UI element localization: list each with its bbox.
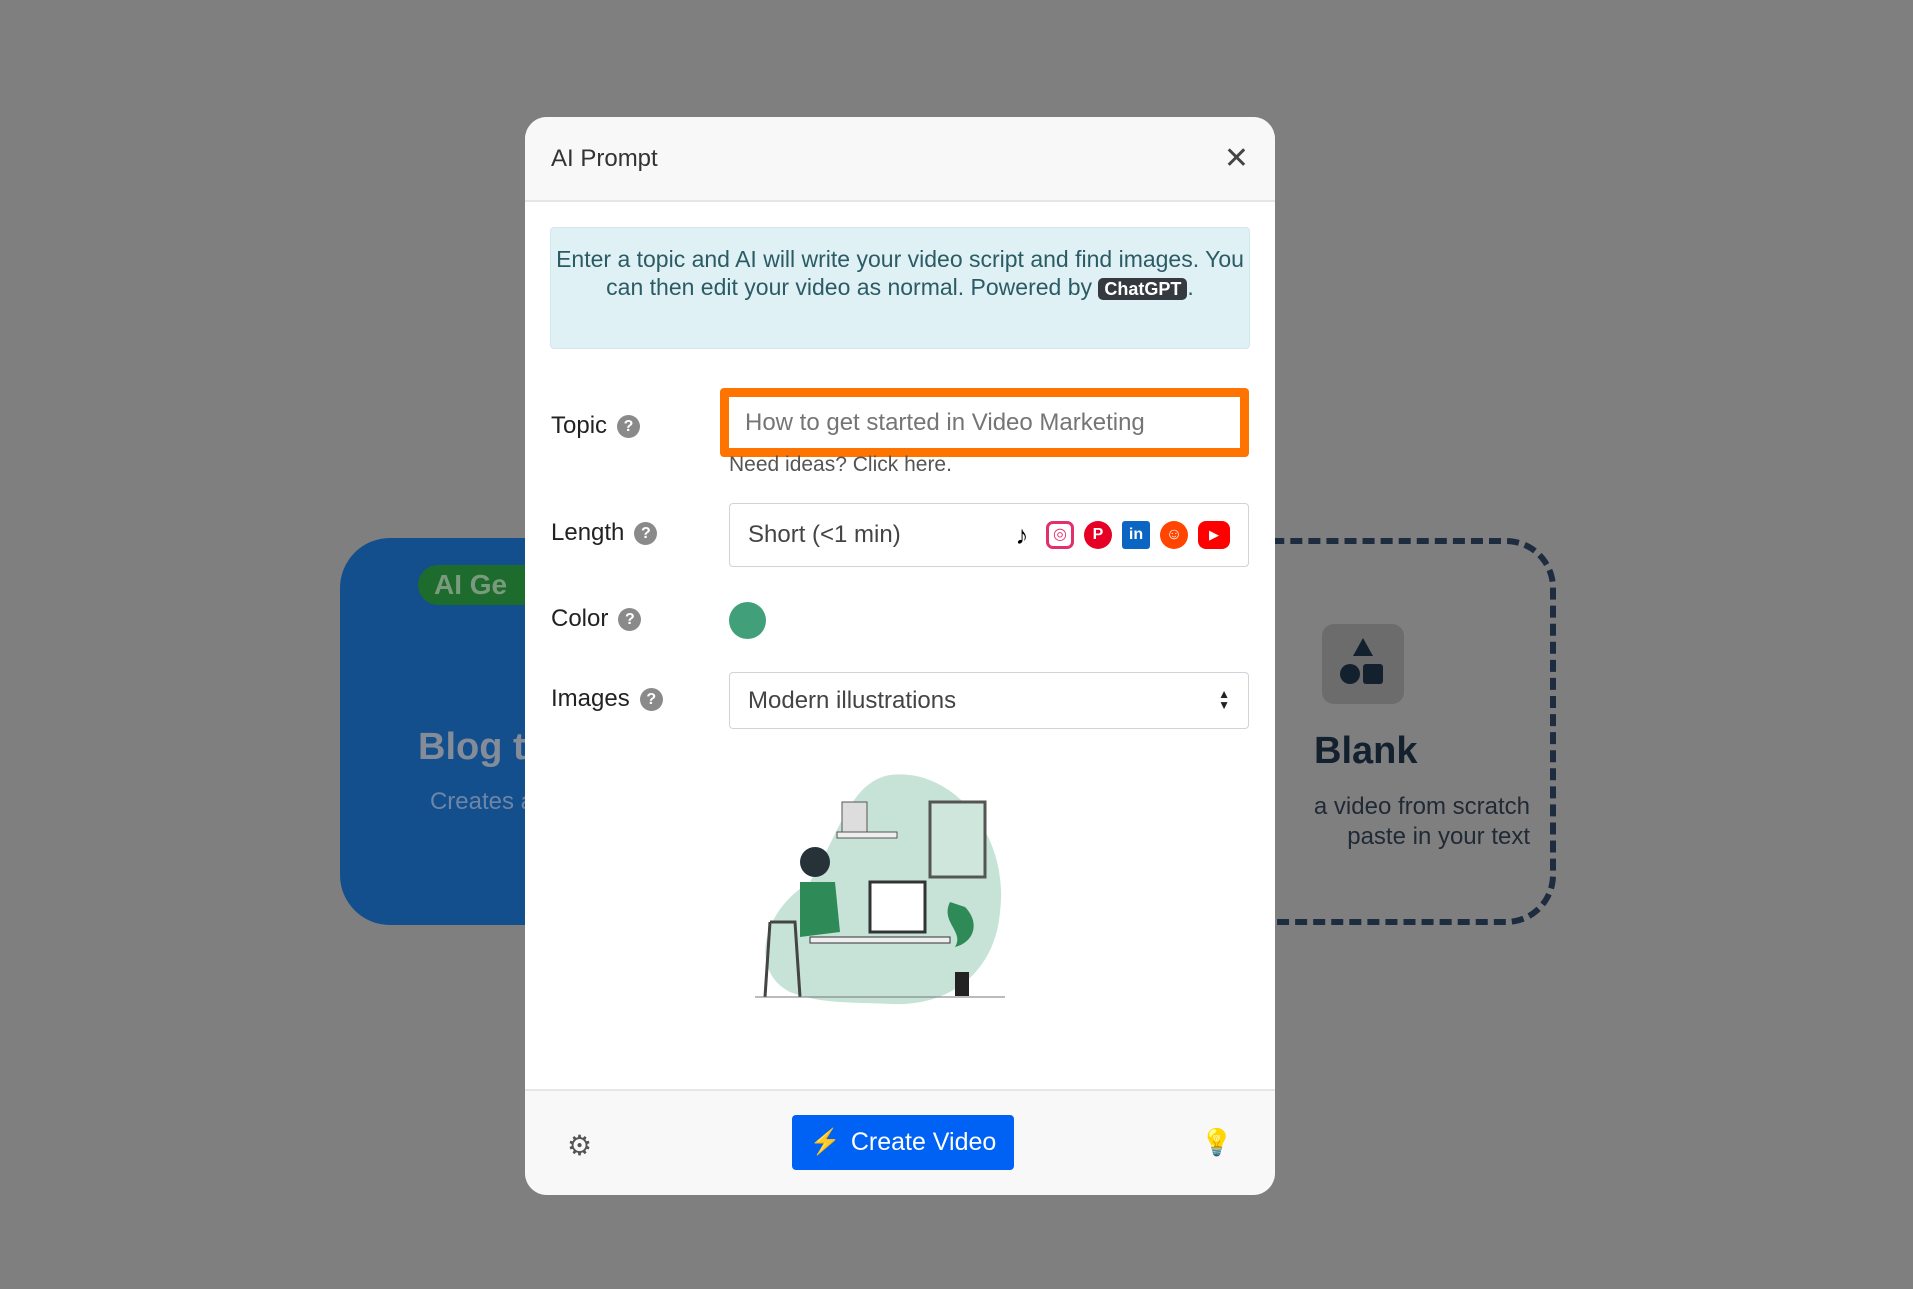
modal-header: AI Prompt ✕ [525, 117, 1275, 202]
images-label: Images? [551, 685, 663, 713]
close-icon[interactable]: ✕ [1224, 141, 1249, 176]
images-select[interactable]: Modern illustrations ▲ ▼ [729, 672, 1249, 729]
tiktok-icon: ♪ [1015, 520, 1029, 550]
shapes-icon [1322, 624, 1404, 704]
card-title: Blog t [418, 726, 526, 768]
lightbulb-icon[interactable]: 💡 [1201, 1127, 1233, 1158]
youtube-icon: ▶ [1198, 521, 1230, 549]
help-icon[interactable]: ? [639, 688, 663, 711]
pinterest-icon: P [1084, 521, 1112, 549]
card-title: Blank [1314, 730, 1418, 772]
ai-prompt-modal: AI Prompt ✕ Enter a topic and AI will wr… [525, 117, 1275, 1195]
color-swatch[interactable] [729, 602, 766, 639]
need-ideas-link[interactable]: Need ideas? Click here. [729, 453, 952, 477]
chatgpt-badge: ChatGPT [1098, 278, 1188, 300]
help-icon[interactable]: ? [618, 608, 642, 631]
modal-title: AI Prompt [551, 145, 658, 172]
color-label: Color? [551, 605, 642, 633]
topic-label: Topic? [551, 412, 641, 440]
select-arrows-icon: ▲ ▼ [1218, 687, 1230, 712]
info-alert: Enter a topic and AI will write your vid… [550, 227, 1250, 349]
create-video-button[interactable]: ⚡ Create Video [792, 1115, 1014, 1170]
gear-icon[interactable]: ⚙ [567, 1129, 592, 1162]
reddit-icon: ☺ [1160, 521, 1188, 549]
topic-field-wrapper [720, 388, 1249, 457]
help-icon[interactable]: ? [634, 522, 658, 545]
modal-footer: ⚙ ⚡ Create Video 💡 [525, 1089, 1275, 1195]
illustration-preview [750, 772, 1010, 1012]
bolt-icon: ⚡ [809, 1128, 841, 1156]
help-icon[interactable]: ? [617, 415, 641, 438]
linkedin-icon: in [1122, 521, 1150, 549]
length-label: Length? [551, 519, 658, 547]
topic-input[interactable] [729, 397, 1240, 448]
instagram-icon: ◎ [1046, 521, 1074, 549]
length-select[interactable]: Short (<1 min) ♪ ◎ P in ☺ ▶ [729, 503, 1249, 567]
